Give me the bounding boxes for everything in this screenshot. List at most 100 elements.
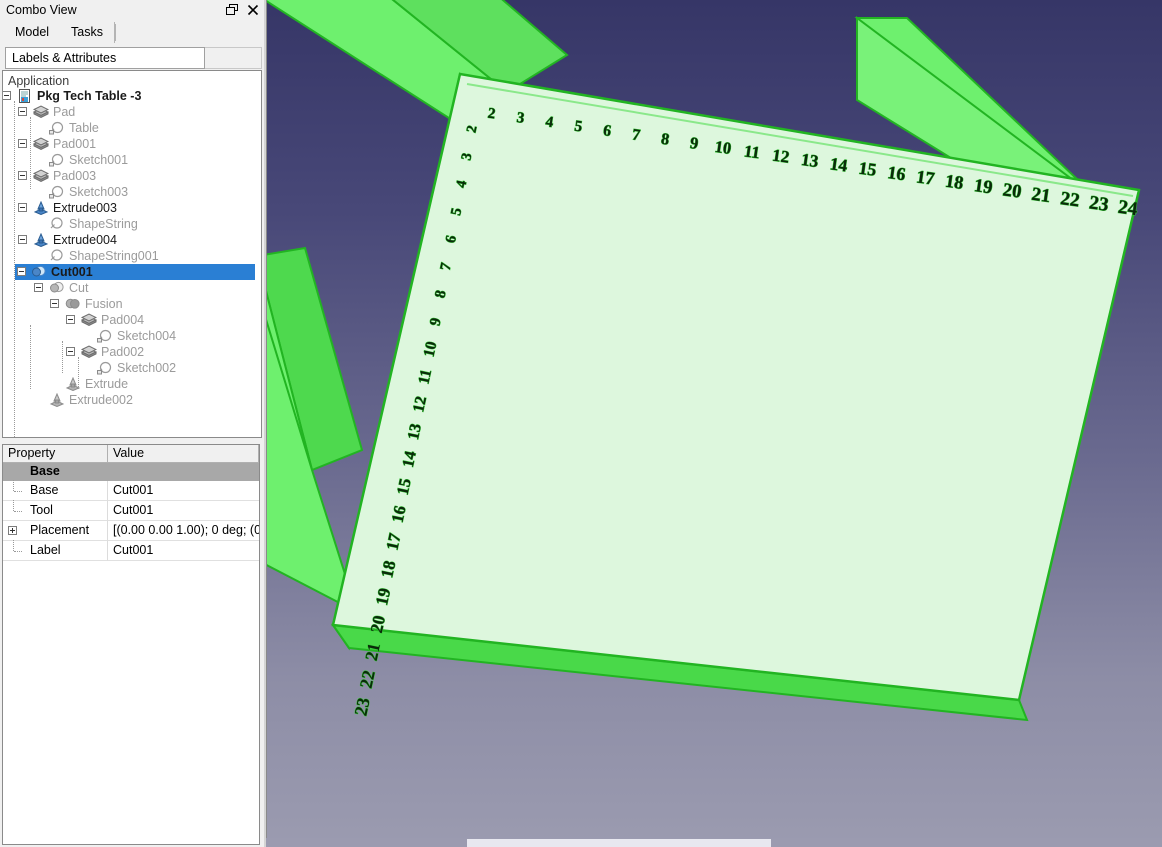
- property-row[interactable]: Base Cut001: [3, 480, 259, 501]
- tabbar-end-divider: [115, 24, 116, 41]
- ruler-number-top: 23: [1088, 192, 1110, 215]
- extrude-dim-icon: [49, 393, 65, 407]
- combo-view-titlebar: Combo View: [0, 0, 264, 21]
- tree-item-label: Sketch004: [117, 329, 177, 343]
- tab-tasks[interactable]: Tasks: [60, 22, 115, 43]
- ruler-number-top: 16: [886, 162, 907, 184]
- tree-root-label: Application: [8, 74, 70, 88]
- property-editor[interactable]: Property Value Base Base Cut001 Tool Cut001 P…: [2, 444, 260, 845]
- tree-item-label: Cut: [69, 281, 89, 295]
- property-name: Base: [3, 481, 108, 501]
- tree-expander[interactable]: [34, 283, 43, 292]
- tree-item-label: Pad003: [53, 169, 97, 183]
- property-name: Tool: [3, 501, 108, 521]
- 3d-viewport[interactable]: 2 3 4 5 6 7 8 9 10 11 12 13 14 15 16 17 18 19 20 21 22 23 24 2…: [266, 0, 1162, 847]
- sketch-icon: [49, 153, 65, 167]
- tree-item-label: Pad: [53, 105, 76, 119]
- pad-icon: [81, 313, 97, 327]
- property-group-row: Base: [3, 463, 259, 481]
- combo-view-title: Combo View: [6, 3, 77, 17]
- tree-expander[interactable]: [50, 299, 59, 308]
- float-icon[interactable]: [225, 2, 239, 17]
- property-value[interactable]: [(0.00 0.00 1.00); 0 deg; (0 ...: [108, 521, 259, 541]
- tree-item-label: Extrude003: [53, 201, 117, 215]
- value-column-header[interactable]: Value: [108, 445, 259, 462]
- ruler-number-left: 13: [405, 422, 425, 441]
- extrude-icon: [33, 233, 49, 247]
- property-name: Label: [3, 541, 108, 561]
- close-icon[interactable]: [246, 2, 260, 17]
- ruler-number-top: 11: [743, 141, 761, 162]
- property-value[interactable]: Cut001: [108, 501, 259, 521]
- tree-column-header-filler: [205, 47, 262, 69]
- tree-expander[interactable]: [66, 347, 75, 356]
- tree-item-label: Pad002: [101, 345, 145, 359]
- shapestring-icon: [49, 217, 65, 231]
- tree-expander[interactable]: [18, 203, 27, 212]
- fusion-icon: [65, 297, 81, 311]
- tree-item-label: Extrude002: [69, 393, 133, 407]
- viewport-horizontal-scrollbar[interactable]: [266, 838, 1162, 847]
- ruler-number-top: 21: [1030, 184, 1052, 207]
- sketch-icon: [97, 361, 113, 375]
- property-row[interactable]: Tool Cut001: [3, 500, 259, 521]
- cut-icon: [31, 265, 47, 279]
- sketch-icon: [97, 329, 113, 343]
- pad-icon: [33, 137, 49, 151]
- combo-view-tabbar: Model Tasks: [0, 22, 264, 44]
- ruler-number-top: 14: [829, 153, 849, 175]
- tree-expander[interactable]: [17, 267, 26, 276]
- property-editor-header: Property Value: [3, 445, 259, 463]
- 3d-scene: 2 3 4 5 6 7 8 9 10 11 12 13 14 15 16 17 18 19 20 21 22 23 24 2…: [267, 0, 1141, 722]
- property-row[interactable]: Label Cut001: [3, 540, 259, 561]
- tree-column-header-labels[interactable]: Labels & Attributes: [5, 47, 205, 69]
- pad-icon: [33, 169, 49, 183]
- tree-expander[interactable]: [18, 139, 27, 148]
- tree-item-label: Sketch001: [69, 153, 129, 167]
- sketch-icon: [49, 121, 65, 135]
- scrollbar-thumb[interactable]: [466, 839, 772, 847]
- document-icon: [17, 89, 33, 103]
- property-column-header[interactable]: Property: [3, 445, 108, 462]
- tree-expander[interactable]: [18, 107, 27, 116]
- tree-item-label: Pkg Tech Table -3: [37, 89, 142, 103]
- tree-item-label: Sketch002: [117, 361, 177, 375]
- ruler-number-top: 13: [800, 150, 820, 171]
- ruler-number-top: 24: [1117, 197, 1139, 221]
- tree-item-cut001[interactable]: Cut001: [15, 264, 255, 280]
- tree-item-label: Extrude004: [53, 233, 117, 247]
- property-group-label: Base: [30, 464, 60, 478]
- tree-expander[interactable]: [18, 171, 27, 180]
- model-tree[interactable]: Application Pkg Tech Table -3 Pad Table Pad…: [2, 70, 262, 438]
- property-value[interactable]: Cut001: [108, 481, 259, 501]
- tree-item-label: Extrude: [85, 377, 129, 391]
- ruler-number-left: 23: [350, 696, 373, 718]
- tree-item-label: Pad004: [101, 313, 145, 327]
- extrude-icon: [33, 201, 49, 215]
- tab-model[interactable]: Model: [4, 22, 62, 43]
- tree-expander[interactable]: [18, 235, 27, 244]
- shapestring-icon: [49, 249, 65, 263]
- cut-dim-icon: [49, 281, 65, 295]
- freecad-window: Combo View Model Tasks Labels & Attribut…: [0, 0, 1162, 847]
- tree-item-label: Cut001: [51, 265, 93, 279]
- pad-icon: [33, 105, 49, 119]
- ruler-number-top: 12: [771, 146, 790, 167]
- property-row[interactable]: Placement [(0.00 0.00 1.00); 0 deg; (0 ..…: [3, 521, 259, 541]
- ruler-number-top: 22: [1059, 188, 1081, 211]
- pad-icon: [81, 345, 97, 359]
- ruler-number-left: 22: [356, 668, 379, 690]
- combo-view-panel: Combo View Model Tasks Labels & Attribut…: [0, 0, 264, 847]
- ruler-number-top: 10: [714, 137, 733, 158]
- property-name: Placement: [3, 521, 108, 541]
- tree-item-label: ShapeString: [69, 217, 138, 231]
- tree-expander[interactable]: [66, 315, 75, 324]
- ruler-number-top: 19: [973, 176, 994, 198]
- tree-item-label: Pad001: [53, 137, 97, 151]
- tree-item-label: Fusion: [85, 297, 123, 311]
- property-value[interactable]: Cut001: [108, 541, 259, 561]
- tree-expander[interactable]: [3, 91, 11, 100]
- tree-item-label: ShapeString001: [69, 249, 159, 263]
- combo-view-window-buttons: [225, 2, 260, 17]
- tree-item-label: Table: [69, 121, 99, 135]
